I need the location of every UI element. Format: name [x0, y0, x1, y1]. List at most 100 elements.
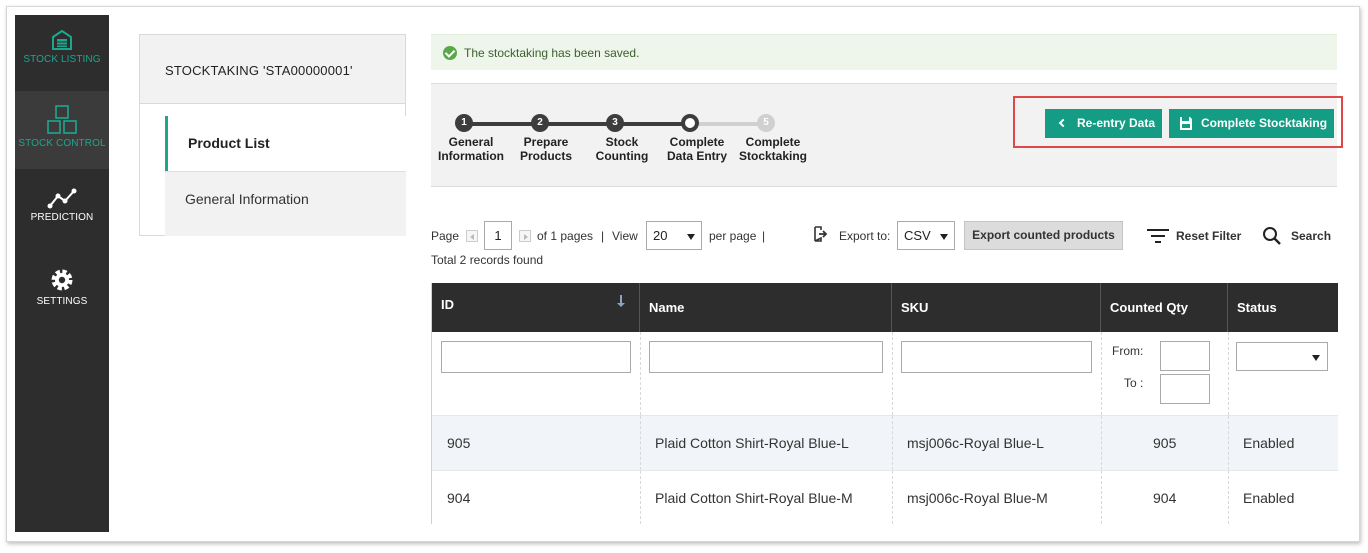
column-divider	[892, 471, 893, 524]
success-text: The stocktaking has been saved.	[464, 46, 640, 60]
gear-icon	[51, 269, 73, 291]
filter-icon[interactable]	[1147, 228, 1169, 244]
toolbar-separator: |	[601, 229, 605, 243]
counted-products-table: ID Name SKU Counted Qty Status From: To …	[431, 283, 1338, 524]
cell-counted-qty: 905	[1153, 435, 1177, 451]
step-4-marker-current	[681, 114, 699, 132]
cell-counted-qty: 904	[1153, 490, 1177, 506]
toolbar-separator: |	[762, 229, 766, 243]
export-to-label: Export to:	[839, 229, 891, 243]
page-number-input[interactable]	[484, 221, 512, 250]
qty-from-label: From:	[1112, 344, 1144, 358]
records-found-text: Total 2 records found	[431, 253, 544, 267]
cell-name: Plaid Cotton Shirt-Royal Blue-L	[655, 435, 849, 451]
table-header: ID Name SKU Counted Qty Status	[432, 283, 1338, 332]
success-message: The stocktaking has been saved.	[431, 34, 1337, 70]
warehouse-icon	[52, 29, 72, 50]
column-divider	[1101, 332, 1102, 415]
sidebar-item-settings[interactable]: SETTINGS	[15, 267, 109, 333]
cell-name: Plaid Cotton Shirt-Royal Blue-M	[655, 490, 853, 506]
cell-id: 904	[447, 490, 471, 506]
step-3-marker: 3	[606, 114, 624, 132]
column-divider	[640, 332, 641, 415]
per-page-label: per page	[709, 229, 757, 243]
column-header-counted-qty[interactable]: Counted Qty	[1101, 283, 1228, 332]
column-divider	[892, 416, 893, 470]
of-pages-text: of 1 pages	[537, 229, 594, 243]
reentry-data-button[interactable]: Re-entry Data	[1045, 109, 1162, 138]
boxes-icon	[47, 105, 77, 134]
filter-sku-input[interactable]	[901, 341, 1092, 373]
progress-line-done	[464, 122, 690, 126]
cell-sku: msj006c-Royal Blue-L	[907, 435, 1044, 451]
export-format-select[interactable]: CSV	[897, 221, 955, 250]
step-2-marker: 2	[531, 114, 549, 132]
step-5-marker: 5	[757, 114, 775, 132]
column-divider	[1101, 416, 1102, 470]
sidebar-item-stock-listing[interactable]: STOCK LISTING	[15, 29, 109, 95]
export-counted-products-button[interactable]: Export counted products	[964, 221, 1123, 250]
chevron-left-icon	[1058, 118, 1068, 128]
filter-qty-to-input[interactable]	[1160, 374, 1210, 404]
table-row[interactable]: 904 Plaid Cotton Shirt-Royal Blue-M msj0…	[432, 470, 1338, 524]
column-header-status[interactable]: Status	[1228, 283, 1338, 332]
step-1-label: General Information	[438, 135, 504, 163]
trend-chart-icon	[47, 188, 77, 209]
reset-filter-button[interactable]: Reset Filter	[1176, 229, 1241, 243]
column-divider	[1101, 471, 1102, 524]
sidebar-item-label: STOCK LISTING	[23, 54, 101, 65]
step-3-label: Stock Counting	[595, 135, 649, 163]
complete-stocktaking-label: Complete Stocktaking	[1201, 116, 1328, 130]
step-5-label: Complete Stocktaking	[738, 135, 807, 163]
column-header-id[interactable]: ID	[432, 283, 640, 332]
column-divider	[1228, 416, 1229, 470]
save-icon	[1180, 117, 1192, 130]
column-divider	[640, 471, 641, 524]
grid-toolbar: Page of 1 pages | View 20 per page | Tot…	[431, 221, 1337, 271]
cell-sku: msj006c-Royal Blue-M	[907, 490, 1048, 506]
filter-name-input[interactable]	[649, 341, 883, 373]
tab-product-list[interactable]: Product List	[165, 116, 406, 171]
view-label: View	[612, 229, 638, 243]
sidebar-item-label: PREDICTION	[30, 212, 94, 223]
column-divider	[1228, 332, 1229, 415]
column-header-sku[interactable]: SKU	[892, 283, 1101, 332]
cell-id: 905	[447, 435, 471, 451]
check-circle-icon	[443, 46, 457, 60]
page-label: Page	[431, 229, 460, 243]
cell-status: Enabled	[1243, 435, 1295, 451]
filter-status-select[interactable]	[1236, 342, 1328, 371]
search-icon[interactable]	[1262, 226, 1282, 246]
sidebar-item-stock-control[interactable]: STOCK CONTROL	[15, 91, 109, 169]
progress-line-pending	[690, 122, 766, 126]
sidebar: STOCK LISTING STOCK CONTROL PREDICTION S…	[15, 15, 109, 532]
filter-id-input[interactable]	[441, 341, 631, 373]
tab-general-information[interactable]: General Information	[165, 171, 406, 236]
column-divider	[640, 416, 641, 470]
filter-qty-from-input[interactable]	[1160, 341, 1210, 371]
step-1-marker: 1	[455, 114, 473, 132]
sidebar-item-label: SETTINGS	[36, 296, 88, 307]
step-2-label: Prepare Products	[519, 135, 572, 163]
stocktaking-panel: STOCKTAKING 'STA00000001' Product List G…	[139, 34, 406, 236]
export-icon	[814, 226, 828, 242]
search-button[interactable]: Search	[1291, 229, 1331, 243]
per-page-select[interactable]: 20	[646, 221, 702, 250]
qty-to-label: To :	[1124, 376, 1144, 390]
page-title: STOCKTAKING 'STA00000001'	[140, 35, 405, 104]
step-4-label: Complete Data Entry	[666, 135, 728, 163]
filter-row: From: To :	[432, 332, 1338, 416]
column-divider	[1228, 471, 1229, 524]
sort-arrow-icon	[617, 295, 625, 307]
cell-status: Enabled	[1243, 490, 1295, 506]
table-row[interactable]: 905 Plaid Cotton Shirt-Royal Blue-L msj0…	[432, 416, 1338, 470]
prev-page-icon[interactable]	[466, 230, 478, 242]
reentry-data-label: Re-entry Data	[1077, 116, 1156, 130]
column-header-name[interactable]: Name	[640, 283, 892, 332]
column-divider	[892, 332, 893, 415]
complete-stocktaking-button[interactable]: Complete Stocktaking	[1169, 109, 1334, 138]
sidebar-item-label: STOCK CONTROL	[18, 138, 106, 149]
action-button-group: Re-entry Data Complete Stocktaking	[1013, 96, 1343, 148]
sidebar-item-prediction[interactable]: PREDICTION	[15, 187, 109, 253]
next-page-icon[interactable]	[519, 230, 531, 242]
